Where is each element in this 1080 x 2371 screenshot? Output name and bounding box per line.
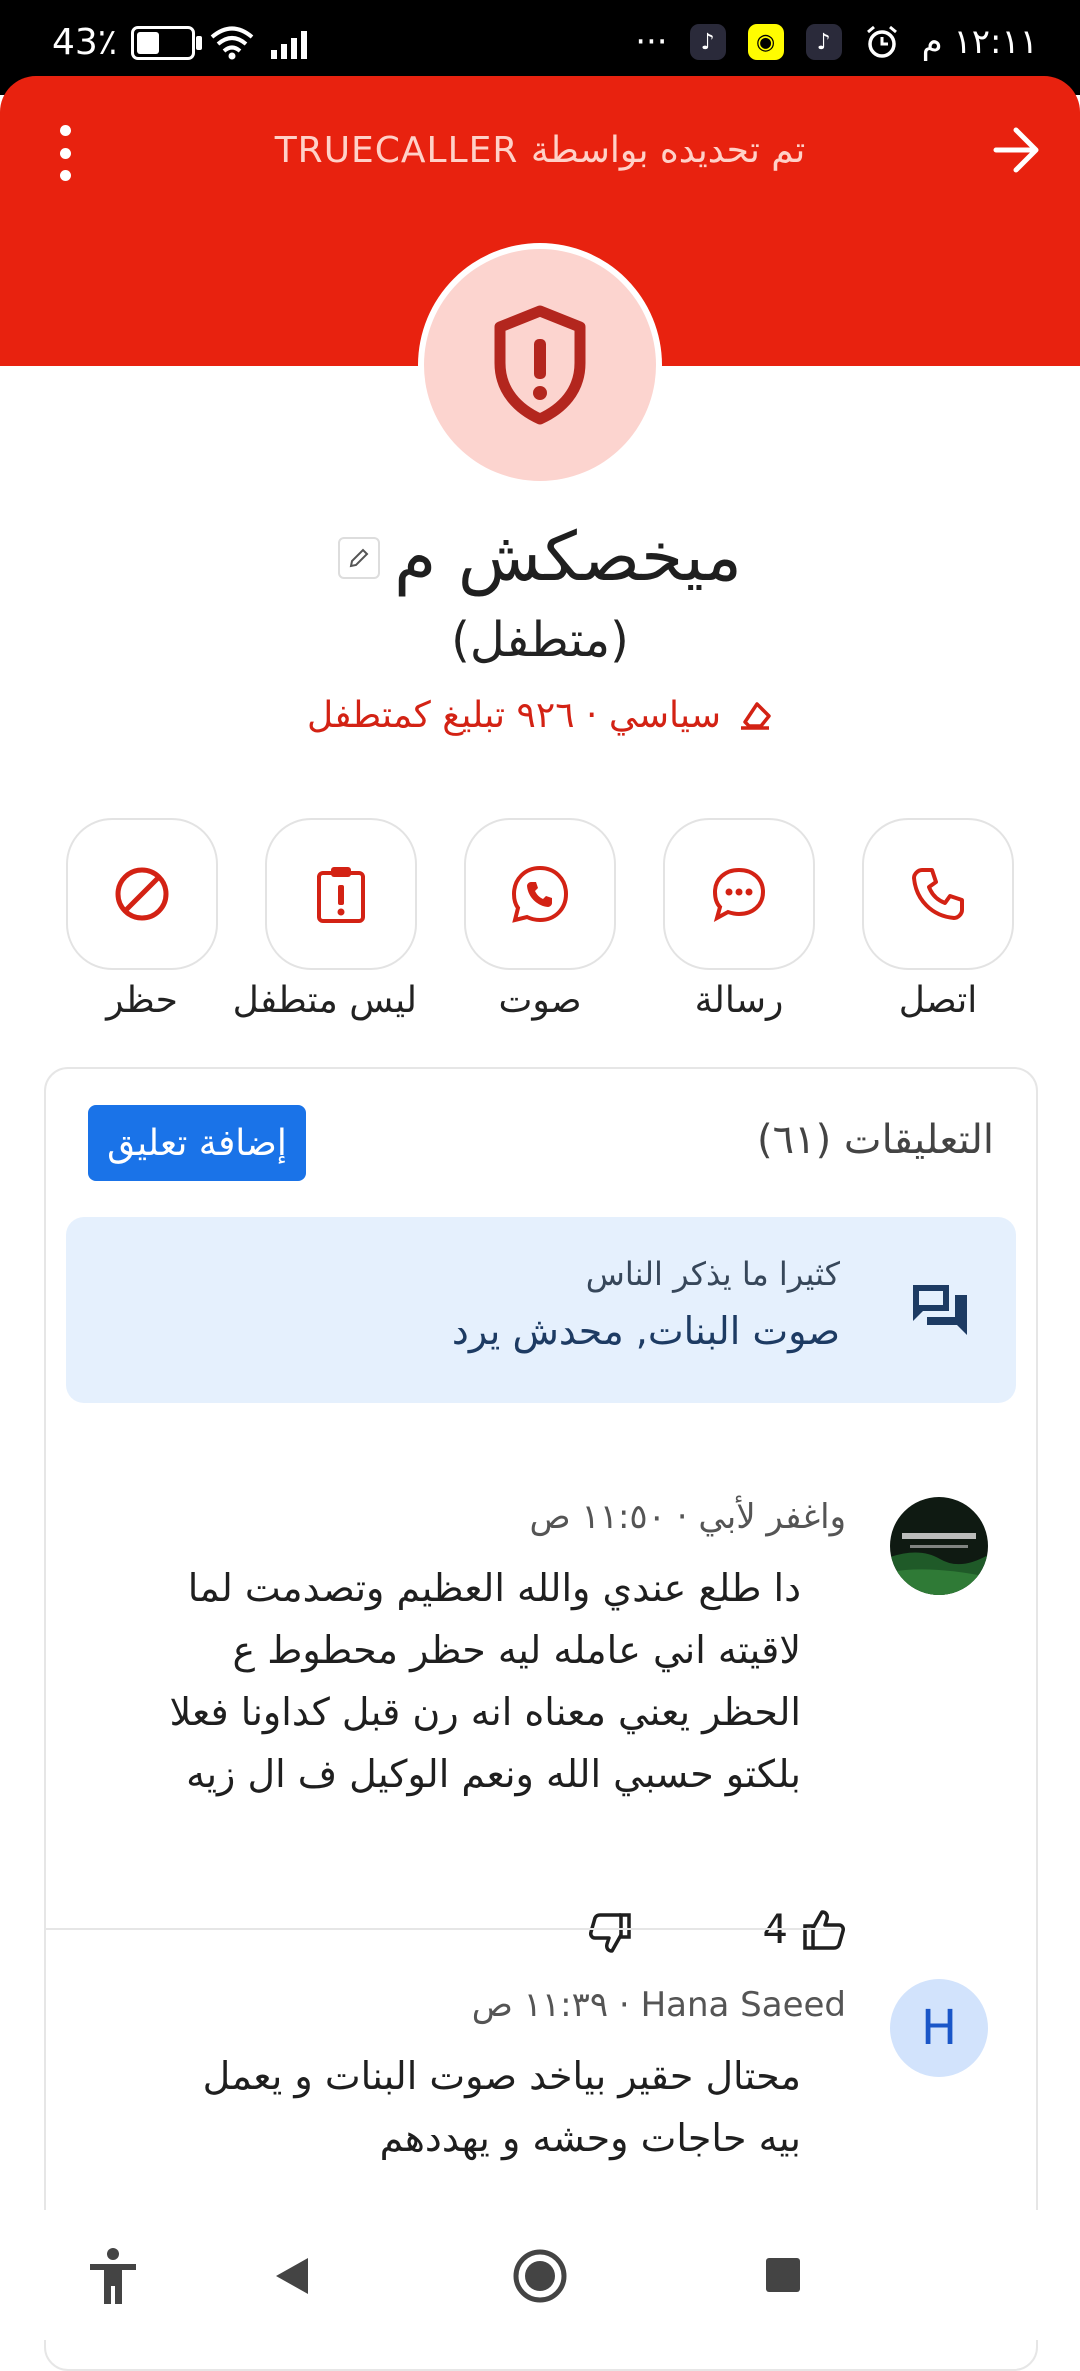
action-row: اتصل رسالة صوت ليس متطفل حظر — [66, 818, 1014, 1021]
back-arrow-icon[interactable] — [988, 122, 1044, 178]
chat-bubble-icon — [712, 867, 766, 923]
thumbs-down-icon[interactable] — [588, 1911, 632, 1955]
more-options-icon[interactable] — [50, 125, 80, 181]
comment-line: لاقيته اني عامله ليه حظر محطوط ع — [232, 1628, 801, 1672]
message-button-circle[interactable] — [663, 818, 815, 970]
summary-label: كثيرا ما يذكر الناس — [585, 1255, 840, 1293]
status-left: 43٪ — [52, 22, 315, 63]
snapchat-icon: ◉ — [747, 24, 784, 60]
clock: ١٢:١١ م — [921, 22, 1038, 62]
contact-name: ميخصكش م — [394, 518, 742, 597]
voice-button[interactable]: صوت — [464, 818, 616, 1021]
signal-icon — [271, 30, 308, 59]
comment-line: بيه حاجات وحشه و يهددهم — [379, 2116, 801, 2160]
summary-text: صوت البنات, محدش يرد — [451, 1309, 840, 1353]
tiktok-icon: ♪ — [805, 24, 842, 60]
more-notifications: ··· — [635, 22, 668, 62]
back-triangle-icon[interactable] — [272, 2254, 312, 2298]
comment-time: ١١:٥٠ ص — [529, 1497, 666, 1537]
comment-body: دا طلع عندي والله العظيم وتصدمت لما لاقي… — [101, 1557, 802, 1805]
like-count: 4 — [762, 1907, 788, 1953]
thumbs-up-icon — [803, 1910, 845, 1950]
not-spam-label: ليس متطفل — [232, 980, 417, 1021]
block-button[interactable]: حظر — [66, 818, 218, 1021]
spam-report-text: سياسي · ٩٢٦ تبليغ كمتطفل — [306, 695, 722, 736]
accessibility-icon[interactable] — [86, 2246, 140, 2306]
avatar-letter: H — [920, 2000, 958, 2056]
not-spam-button[interactable]: ليس متطفل — [232, 818, 417, 1021]
alarm-icon — [866, 25, 897, 58]
home-circle-icon[interactable] — [512, 2248, 568, 2304]
spam-shield-icon — [494, 305, 586, 425]
comment-author: Hana Saeed — [640, 1985, 846, 2025]
like-button[interactable]: 4 — [763, 1907, 846, 1953]
comment-body: محتال حقير بياخد صوت البنات و يعمل بيه ح… — [101, 2045, 801, 2169]
comment-line: محتال حقير بياخد صوت البنات و يعمل — [202, 2054, 801, 2098]
clipboard-alert-icon — [317, 867, 365, 923]
message-label: رسالة — [694, 980, 784, 1021]
spam-info: سياسي · ٩٢٦ تبليغ كمتطفل — [0, 695, 1080, 736]
system-nav-bar — [0, 2210, 1080, 2340]
call-button-circle[interactable] — [862, 818, 1014, 970]
comment-header: Hana Saeed · ١١:٣٩ ص — [471, 1985, 846, 2025]
comments-summary: كثيرا ما يذكر الناس صوت البنات, محدش يرد — [66, 1217, 1016, 1403]
call-label: اتصل — [898, 980, 978, 1021]
edit-pencil-icon[interactable] — [338, 536, 381, 579]
block-button-circle[interactable] — [66, 818, 218, 970]
identified-by-label: TRUECALLER تم تحديده بواسطة — [274, 130, 806, 171]
voice-call-icon — [511, 865, 569, 923]
avatar — [424, 249, 656, 481]
status-right: ١٢:١١ م ♪ ◉ ♪ ··· — [635, 22, 1038, 62]
avatar: H — [890, 1979, 988, 2077]
phone-icon — [912, 868, 964, 920]
battery-icon — [131, 25, 203, 60]
comments-title: التعليقات (٦١) — [757, 1117, 994, 1163]
voice-label: صوت — [498, 980, 582, 1021]
contact-subtitle: (متطفل) — [451, 612, 629, 668]
comment-author: واغفر لأبي — [698, 1497, 846, 1537]
recents-square-icon[interactable] — [764, 2256, 802, 2294]
block-label: حظر — [106, 980, 178, 1021]
comments-card: التعليقات (٦١) إضافة تعليق كثيرا ما يذكر… — [44, 1067, 1038, 2371]
comment-line: بلكتو حسبي الله ونعم الوكيل ف ال زيه — [186, 1752, 801, 1796]
forum-icon — [913, 1285, 967, 1335]
voice-button-circle[interactable] — [464, 818, 616, 970]
add-comment-button[interactable]: إضافة تعليق — [88, 1105, 306, 1181]
contact-name-row: ميخصكش م — [0, 518, 1080, 597]
comment-time: ١١:٣٩ ص — [471, 1985, 609, 2025]
call-button[interactable]: اتصل — [862, 818, 1014, 1021]
tiktok-icon: ♪ — [689, 24, 726, 60]
avatar — [890, 1497, 988, 1595]
block-icon — [115, 867, 169, 921]
comment-header: واغفر لأبي · ١١:٥٠ ص — [529, 1497, 846, 1537]
not-spam-button-circle[interactable] — [265, 818, 417, 970]
comment-line: دا طلع عندي والله العظيم وتصدمت لما — [187, 1566, 801, 1610]
message-button[interactable]: رسالة — [663, 818, 815, 1021]
comment-divider — [46, 1928, 840, 1930]
battery-percent: 43٪ — [52, 22, 118, 63]
wifi-icon — [210, 26, 254, 59]
comment-line: الحظر يعني معناه انه رن قبل كداونا فعلا — [169, 1690, 802, 1734]
eraser-icon — [741, 701, 771, 730]
comment-actions: 4 — [546, 1907, 846, 1967]
